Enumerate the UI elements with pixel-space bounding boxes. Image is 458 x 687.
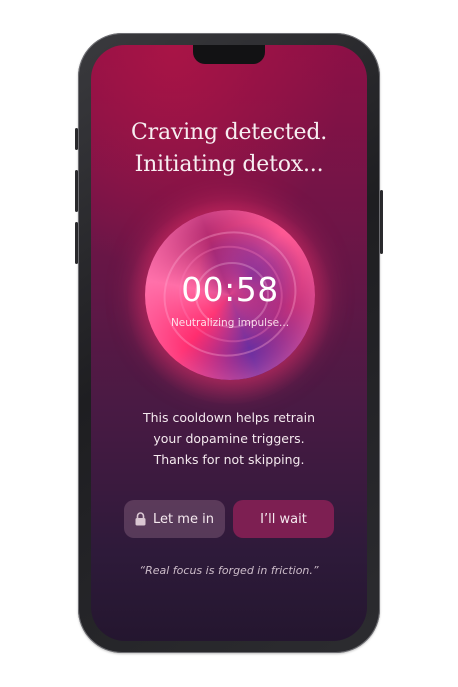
wait-button[interactable]: I’ll wait — [233, 500, 334, 538]
message-line-1: This cooldown helps retrain — [142, 410, 315, 425]
headline-line-1: Craving detected. — [131, 120, 327, 145]
let-me-in-label: Let me in — [153, 511, 214, 527]
headline-line-2: Initiating detox... — [134, 152, 324, 177]
phone-notch — [193, 45, 265, 64]
lock-icon — [135, 512, 146, 526]
wait-label: I’ll wait — [260, 511, 307, 527]
page-title: Craving detected. Initiating detox... — [91, 117, 367, 181]
focus-quote: “Real focus is forged in friction.” — [139, 564, 319, 577]
cooldown-message: This cooldown helps retrain your dopamin… — [91, 407, 367, 470]
message-line-2: your dopamine triggers. — [153, 431, 305, 446]
countdown-timer: 00:58 — [181, 270, 279, 309]
timer-status: Neutralizing impulse... — [170, 317, 290, 329]
power-button — [380, 190, 383, 254]
let-me-in-button[interactable]: Let me in — [124, 500, 225, 538]
message-line-3: Thanks for not skipping. — [153, 452, 305, 467]
